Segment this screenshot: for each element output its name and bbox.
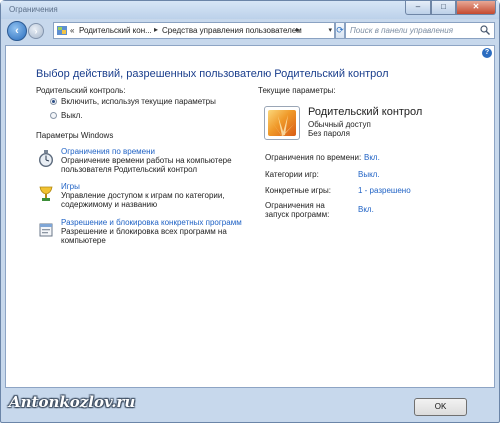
control-panel-icon xyxy=(57,26,67,35)
setting-label-program-limits-line2: запуск программ: xyxy=(265,210,330,219)
close-button[interactable]: ✕ xyxy=(456,1,496,15)
page-title: Выбор действий, разрешенных пользователю… xyxy=(36,68,389,80)
help-icon[interactable]: ? xyxy=(482,48,492,58)
setting-label-game-categories: Категории игр: xyxy=(265,170,319,179)
user-name: Родительский контрол xyxy=(308,106,423,118)
programs-desc-line2: компьютере xyxy=(61,236,106,245)
address-bar[interactable]: « Родительский кон... ▸ Средства управле… xyxy=(53,22,335,39)
setting-value-game-categories[interactable]: Выкл. xyxy=(358,170,380,179)
breadcrumb-user-controls[interactable]: Средства управления пользователем xyxy=(162,26,302,35)
radio-enable-label[interactable]: Включить, используя текущие параметры xyxy=(61,97,216,106)
avatar xyxy=(264,106,300,140)
search-icon[interactable] xyxy=(480,25,490,35)
window: Ограничения – □ ✕ ‹ › « Родительский кон… xyxy=(0,0,500,423)
button-bar: Antonkozlov.ru OK xyxy=(1,388,499,424)
games-desc-line2: содержимому и названию xyxy=(61,200,158,209)
content-area: ? Выбор действий, разрешенных пользовате… xyxy=(5,45,495,388)
watermark: Antonkozlov.ru xyxy=(9,393,136,411)
windows-settings-label: Параметры Windows xyxy=(36,131,114,140)
setting-label-time-limits: Ограничения по времени: xyxy=(265,153,362,162)
breadcrumb-overflow[interactable]: « xyxy=(70,26,74,35)
ok-button[interactable]: OK xyxy=(414,398,467,416)
navigation-bar: ‹ › « Родительский кон... ▸ Средства упр… xyxy=(1,19,499,43)
user-access: Обычный доступ xyxy=(308,120,371,129)
current-settings-label: Текущие параметры: xyxy=(258,86,336,95)
games-icon xyxy=(39,186,53,201)
user-picture-icon xyxy=(268,110,296,136)
radio-enable[interactable] xyxy=(50,98,57,105)
time-limits-desc-line1: Ограничение времени работы на компьютере xyxy=(61,156,232,165)
search-box[interactable]: Поиск в панели управления xyxy=(345,22,495,39)
setting-value-program-limits[interactable]: Вкл. xyxy=(358,205,374,214)
search-input[interactable]: Поиск в панели управления xyxy=(350,26,453,35)
programs-link[interactable]: Разрешение и блокировка конкретных прогр… xyxy=(61,218,242,227)
breadcrumb-parental-control[interactable]: Родительский кон... xyxy=(79,26,152,35)
stopwatch-icon xyxy=(39,150,53,167)
window-title: Ограничения xyxy=(9,5,58,14)
maximize-button[interactable]: □ xyxy=(431,1,456,15)
parental-control-label: Родительский контроль: xyxy=(36,86,126,95)
minimize-button[interactable]: – xyxy=(405,1,431,15)
setting-value-time-limits[interactable]: Вкл. xyxy=(364,153,380,162)
time-limits-desc-line2: пользователя Родительский контрол xyxy=(61,165,198,174)
chevron-down-icon[interactable]: ▾ xyxy=(328,26,332,34)
games-desc-line1: Управление доступом к играм по категории… xyxy=(61,191,225,200)
programs-desc-line1: Разрешение и блокировка всех программ на xyxy=(61,227,227,236)
radio-disable[interactable] xyxy=(50,112,57,119)
setting-label-program-limits-line1: Ограничения на xyxy=(265,201,325,210)
breadcrumb-separator-icon[interactable]: ▸ xyxy=(154,25,158,34)
setting-label-specific-games: Конкретные игры: xyxy=(265,186,331,195)
back-arrow-icon[interactable]: ‹ xyxy=(7,21,27,41)
forward-arrow-icon[interactable]: › xyxy=(28,23,44,39)
radio-disable-label[interactable]: Выкл. xyxy=(61,111,83,120)
setting-value-specific-games[interactable]: 1 - разрешено xyxy=(358,186,411,195)
breadcrumb-separator-icon[interactable]: ▸ xyxy=(296,25,300,34)
title-bar[interactable]: Ограничения – □ ✕ xyxy=(1,1,499,19)
user-password: Без пароля xyxy=(308,129,350,138)
programs-icon xyxy=(39,223,53,237)
games-link[interactable]: Игры xyxy=(61,182,80,191)
time-limits-link[interactable]: Ограничения по времени xyxy=(61,147,155,156)
refresh-icon[interactable]: ⟳ xyxy=(335,22,345,39)
